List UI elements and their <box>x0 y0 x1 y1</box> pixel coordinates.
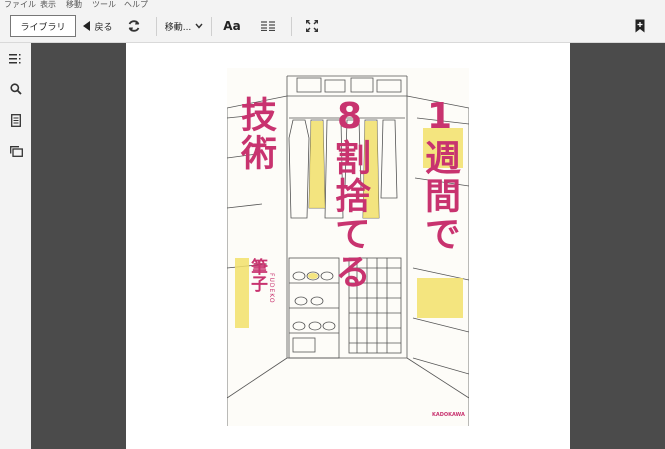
notes-button[interactable] <box>8 112 24 128</box>
toolbar-separator <box>291 17 292 36</box>
bookmark-add-icon <box>635 19 645 33</box>
sidebar <box>0 43 31 449</box>
chevron-down-icon <box>195 23 203 29</box>
library-label: ライブラリ <box>20 22 66 33</box>
author-roman: FUDEKO <box>268 273 275 304</box>
back-arrow-icon <box>83 21 91 31</box>
layout-button[interactable] <box>258 16 278 36</box>
back-button[interactable]: 戻る <box>82 16 114 36</box>
fullscreen-icon <box>306 20 318 32</box>
pages-button[interactable] <box>8 143 24 159</box>
title-column-1: 1週間で <box>419 96 460 253</box>
bookmark-button[interactable] <box>632 16 648 36</box>
menu-view[interactable]: 表示 <box>40 0 56 10</box>
menu-bar: ファイル 表示 移動 ツール ヘルプ <box>0 0 665 11</box>
back-label: 戻る <box>94 22 113 33</box>
book-page: 1週間で 8割捨てる 技術 筆子 FUDEKO KADOKAWA <box>126 43 570 449</box>
toc-button[interactable] <box>8 51 24 67</box>
author-name: 筆子 <box>247 258 267 292</box>
toolbar: ライブラリ 戻る 移動... Aa <box>0 11 665 43</box>
search-icon <box>10 83 22 95</box>
document-icon <box>11 113 21 127</box>
reload-button[interactable] <box>124 16 144 36</box>
move-dropdown[interactable]: 移動... <box>164 16 204 36</box>
table-of-contents-icon <box>9 54 21 64</box>
menu-go[interactable]: 移動 <box>66 0 82 10</box>
toolbar-separator <box>211 17 212 36</box>
search-button[interactable] <box>8 81 24 97</box>
publisher-name: KADOKAWA <box>432 412 465 418</box>
title-column-2: 8割捨てる <box>329 96 370 291</box>
toolbar-separator <box>156 17 157 36</box>
reader-viewport[interactable]: 1週間で 8割捨てる 技術 筆子 FUDEKO KADOKAWA <box>31 43 665 449</box>
book-cover: 1週間で 8割捨てる 技術 筆子 FUDEKO KADOKAWA <box>227 68 469 426</box>
title-column-3: 技術 <box>235 96 276 172</box>
menu-help[interactable]: ヘルプ <box>124 0 148 10</box>
font-settings-button[interactable]: Aa <box>220 16 244 36</box>
fullscreen-button[interactable] <box>303 16 321 36</box>
menu-tools[interactable]: ツール <box>92 0 116 10</box>
move-label: 移動... <box>164 22 192 33</box>
refresh-icon <box>128 20 140 32</box>
menu-file[interactable]: ファイル <box>4 0 36 10</box>
library-button[interactable]: ライブラリ <box>10 15 76 37</box>
stacked-pages-icon <box>9 145 23 157</box>
text-columns-icon <box>261 21 275 31</box>
font-label: Aa <box>223 19 241 33</box>
